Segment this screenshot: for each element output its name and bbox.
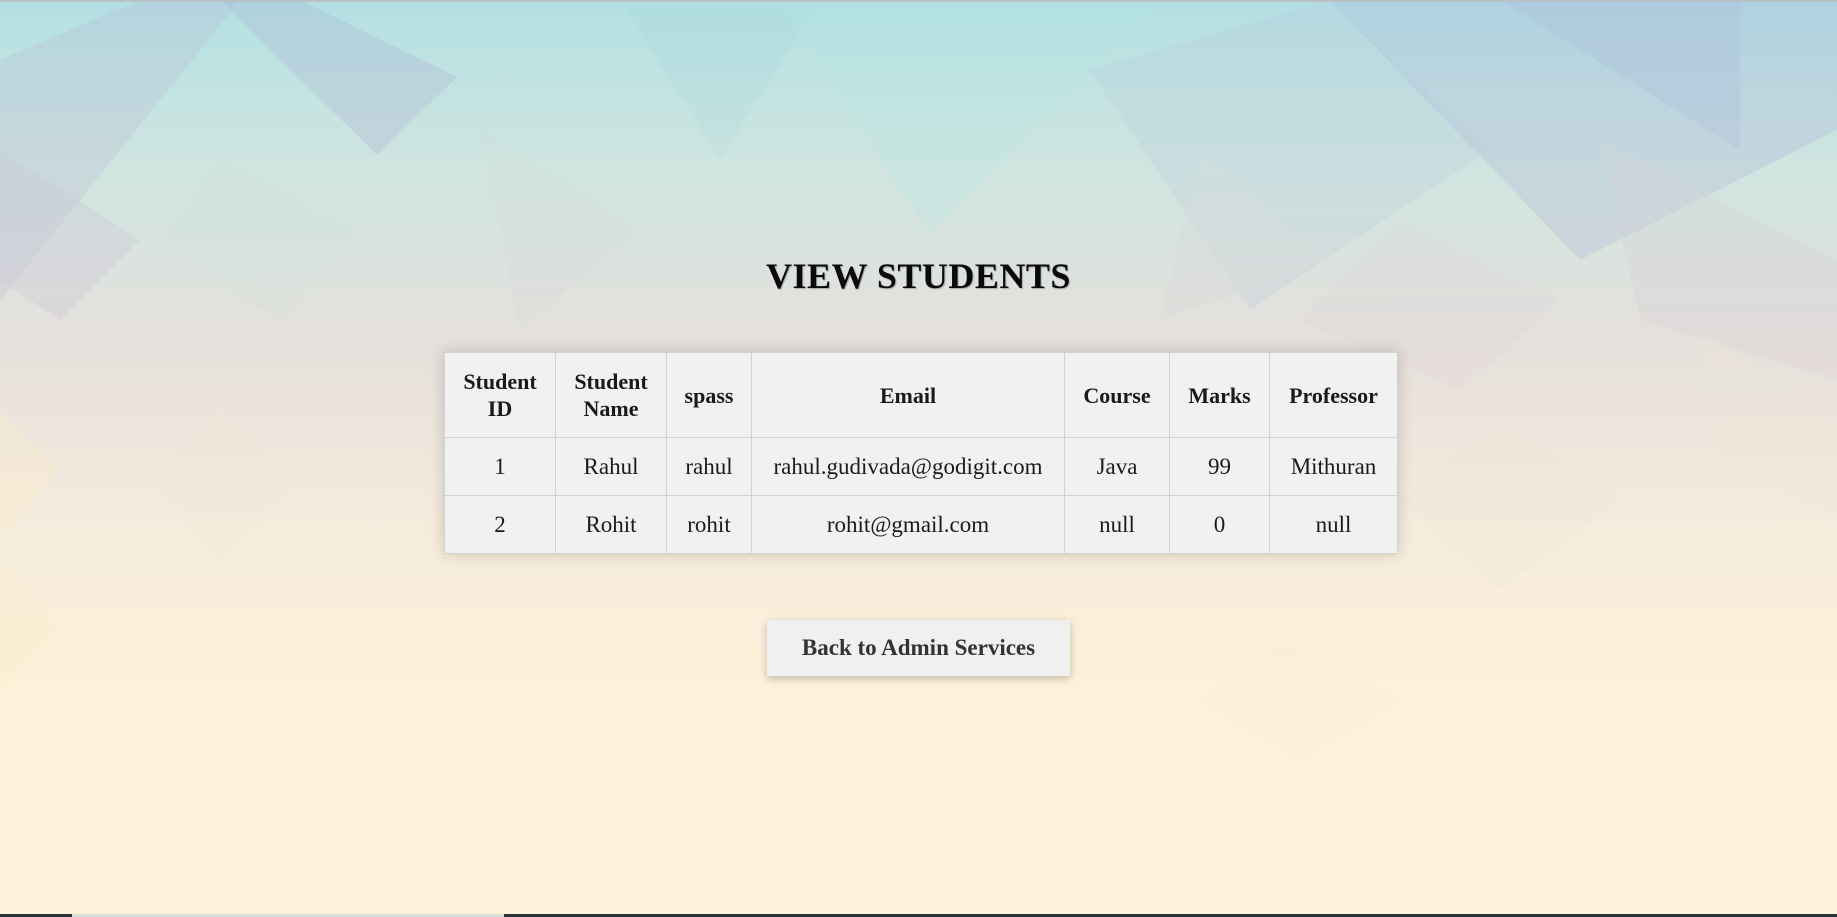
table-body: 1 Rahul rahul rahul.gudivada@godigit.com… <box>444 437 1398 554</box>
table-header: Student ID Student Name spass Email Cour… <box>444 352 1398 438</box>
cell-professor: null <box>1269 495 1398 554</box>
cell-student-id: 1 <box>444 437 556 496</box>
cell-student-name: Rahul <box>555 437 667 496</box>
table-row: 2 Rohit rohit rohit@gmail.com null 0 nul… <box>444 495 1398 554</box>
cell-marks: 0 <box>1169 495 1270 554</box>
cell-email: rahul.gudivada@godigit.com <box>751 437 1065 496</box>
students-table-container: Student ID Student Name spass Email Cour… <box>444 352 1398 554</box>
header-student-name: Student Name <box>555 352 667 438</box>
cell-course: Java <box>1064 437 1170 496</box>
header-professor: Professor <box>1269 352 1398 438</box>
header-spass: spass <box>666 352 752 438</box>
header-email: Email <box>751 352 1065 438</box>
students-table: Student ID Student Name spass Email Cour… <box>444 352 1398 554</box>
cell-spass: rahul <box>666 437 752 496</box>
cell-email: rohit@gmail.com <box>751 495 1065 554</box>
header-marks: Marks <box>1169 352 1270 438</box>
page-title: VIEW STUDENTS <box>766 256 1071 296</box>
header-student-id: Student ID <box>444 352 556 438</box>
cell-marks: 99 <box>1169 437 1270 496</box>
cell-professor: Mithuran <box>1269 437 1398 496</box>
table-header-row: Student ID Student Name spass Email Cour… <box>444 352 1398 438</box>
header-course: Course <box>1064 352 1170 438</box>
table-row: 1 Rahul rahul rahul.gudivada@godigit.com… <box>444 437 1398 496</box>
cell-spass: rohit <box>666 495 752 554</box>
main-content: VIEW STUDENTS Student ID Student Name sp… <box>0 0 1837 917</box>
cell-course: null <box>1064 495 1170 554</box>
cell-student-id: 2 <box>444 495 556 554</box>
back-to-admin-services-button[interactable]: Back to Admin Services <box>767 620 1070 676</box>
cell-student-name: Rohit <box>555 495 667 554</box>
